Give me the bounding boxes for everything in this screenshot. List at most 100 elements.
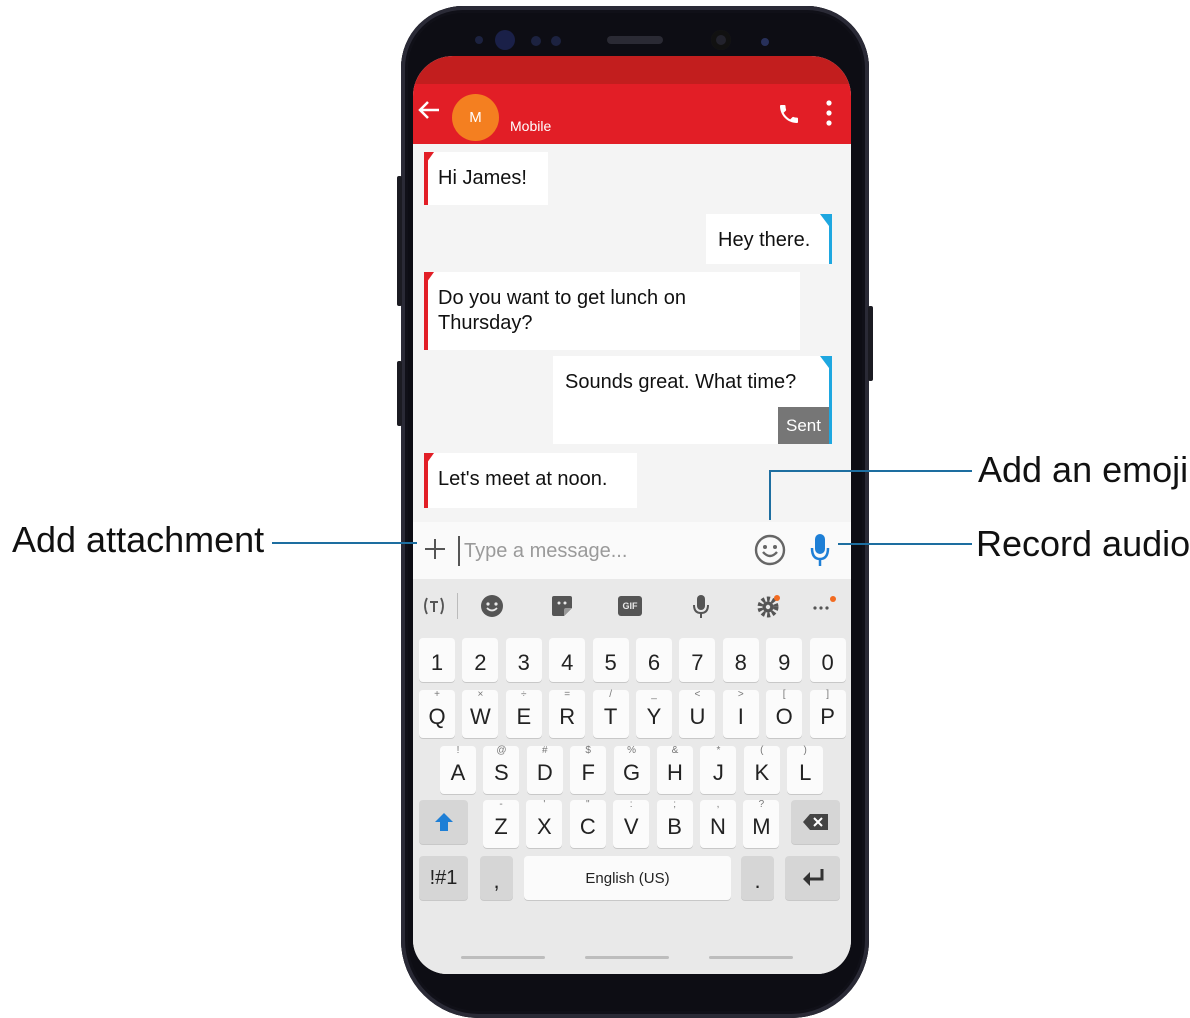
key-j[interactable]: * J (700, 745, 737, 794)
period-key[interactable]: . (741, 856, 774, 900)
back-arrow-icon[interactable] (417, 98, 441, 122)
key-label: B (667, 814, 682, 839)
phone-call-icon[interactable] (777, 102, 801, 126)
voice-input-icon[interactable] (688, 593, 714, 619)
gif-icon[interactable]: GIF (618, 596, 642, 616)
key-n[interactable]: ,N (700, 799, 736, 848)
key-c[interactable]: " C (569, 799, 606, 848)
enter-key[interactable] (785, 856, 840, 900)
message-received[interactable]: Let's meet at noon. (424, 453, 637, 508)
key-label: F (581, 760, 595, 785)
key-h[interactable]: & H (657, 745, 693, 794)
key-label: T (603, 704, 618, 729)
key-x[interactable]: ' X (526, 799, 563, 848)
key-s[interactable]: @ S (483, 745, 520, 794)
key-hint: × (477, 689, 484, 700)
translate-icon[interactable] (421, 593, 447, 619)
emoji-icon[interactable] (479, 593, 505, 619)
key-5[interactable]: 5 (592, 638, 629, 682)
key-hint: ! (456, 745, 460, 756)
contact-label: Mobile (510, 118, 552, 134)
key-8[interactable]: 8 (722, 638, 759, 682)
navigation-bar (413, 944, 851, 974)
key-hint: ) (803, 745, 807, 756)
message-sent[interactable]: Hey there. (706, 214, 832, 264)
nav-recents-indicator[interactable] (461, 956, 545, 959)
record-audio-mic-icon[interactable] (809, 532, 831, 568)
key-q[interactable]: + Q (419, 689, 455, 738)
key-label: 7 (691, 650, 704, 675)
key-i[interactable]: > I (722, 689, 759, 738)
more-icon[interactable] (811, 593, 837, 619)
avatar-initial: M (469, 109, 482, 126)
conversation-area: Hi James! Hey there. Do you want to get … (413, 144, 851, 522)
backspace-key[interactable] (791, 800, 840, 844)
add-attachment-icon[interactable] (423, 537, 447, 561)
message-received[interactable]: Hi James! (424, 152, 548, 205)
sensor-dot (475, 36, 483, 44)
key-e[interactable]: ÷ E (505, 689, 542, 738)
key-a[interactable]: ! A (440, 745, 476, 794)
key-4[interactable]: 4 (549, 638, 586, 682)
bubble-tail (820, 214, 832, 230)
key-9[interactable]: 9 (766, 638, 803, 682)
emoji-icon[interactable] (753, 533, 787, 567)
shift-key[interactable] (419, 800, 468, 844)
key-label: 0 (821, 650, 834, 675)
key-label: 6 (647, 650, 661, 675)
key-hint: ' (543, 799, 546, 810)
shift-arrow-icon (434, 813, 453, 831)
key-m[interactable]: ? M (743, 799, 780, 848)
comma-key-label: , (493, 868, 500, 893)
key-l[interactable]: ) L (787, 745, 824, 794)
message-received[interactable]: Do you want to get lunch on Thursday? (424, 272, 800, 350)
avatar[interactable]: M (452, 94, 499, 141)
key-1[interactable]: 1 (419, 638, 455, 682)
key-label: G (623, 760, 641, 785)
key-f[interactable]: $ F (570, 745, 607, 794)
key-hint: [ (782, 689, 786, 700)
key-k[interactable]: (K (743, 745, 780, 794)
message-input[interactable] (458, 536, 736, 566)
symbols-key[interactable]: !#1 (419, 856, 468, 900)
key-2[interactable]: 2 (462, 638, 499, 682)
key-y[interactable]: _ Y (636, 689, 672, 738)
spacebar-key[interactable]: English (US) (524, 856, 731, 900)
key-0[interactable]: 0 (809, 638, 846, 682)
more-options-icon[interactable] (823, 98, 835, 128)
key-v[interactable]: :V (613, 799, 650, 848)
nav-home-indicator[interactable] (585, 956, 669, 959)
key-b[interactable]: ; B (656, 799, 693, 848)
screen: M Mobile Hi James! Hey there. Do you wan… (413, 56, 851, 974)
sticker-icon[interactable] (549, 593, 575, 619)
key-t[interactable]: / T (592, 689, 629, 738)
emoji-callout-leader (769, 470, 771, 520)
key-3[interactable]: 3 (505, 638, 542, 682)
key-u[interactable]: < U (679, 689, 716, 738)
key-r[interactable]: = R (549, 689, 586, 738)
gif-label: GIF (622, 601, 638, 611)
key-p[interactable]: ] P (809, 689, 846, 738)
key-label: 5 (604, 650, 617, 675)
key-hint: ] (826, 689, 829, 700)
key-o[interactable]: [O (766, 689, 803, 738)
key-7[interactable]: 7 (679, 638, 716, 682)
message-text: Do you want to get lunch on Thursday? (438, 287, 686, 334)
settings-icon[interactable] (756, 593, 782, 619)
key-w[interactable]: × W (462, 689, 499, 738)
sensor-dot (761, 38, 769, 46)
key-z[interactable]: -Z (483, 799, 519, 848)
nav-back-indicator[interactable] (709, 956, 793, 959)
key-g[interactable]: % G (613, 745, 650, 794)
key-label: M (752, 814, 771, 839)
bubble-tail (424, 272, 434, 286)
comma-key[interactable]: , (480, 856, 513, 900)
key-label: D (536, 760, 553, 785)
key-hint: + (434, 689, 440, 700)
key-d[interactable]: # D (526, 745, 563, 794)
volume-button (397, 176, 402, 306)
key-label: 4 (561, 650, 574, 675)
message-sent[interactable]: Sounds great. What time? Sent (553, 356, 832, 444)
key-hint: = (564, 689, 571, 700)
key-6[interactable]: 6 (636, 638, 672, 682)
